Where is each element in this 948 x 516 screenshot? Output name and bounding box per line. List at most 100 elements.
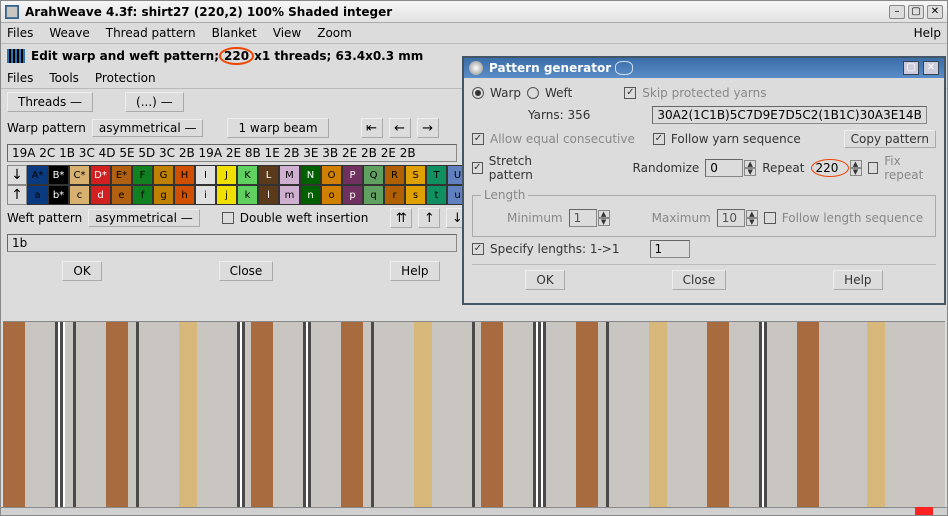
follow-yarn-check[interactable] (653, 133, 665, 145)
up-arrow-icon[interactable]: ↑ (7, 185, 27, 205)
color-cell[interactable]: M (279, 165, 300, 185)
submenu-protection[interactable]: Protection (95, 71, 156, 85)
color-cell[interactable]: d (90, 185, 111, 205)
randomize-up-icon[interactable]: ▲ (744, 160, 756, 168)
weft-input[interactable] (7, 234, 457, 252)
close-button[interactable]: ✕ (927, 5, 943, 19)
sequence-input[interactable] (7, 144, 457, 162)
warp-asym-dropdown[interactable]: asymmetrical — (92, 119, 204, 137)
color-cell[interactable]: c (69, 185, 90, 205)
color-cell[interactable]: t (426, 185, 447, 205)
prev-icon[interactable]: ← (389, 118, 411, 138)
copy-pattern-button[interactable]: Copy pattern (844, 130, 936, 148)
up-double-icon[interactable]: ⇈ (390, 208, 412, 228)
minimize-button[interactable]: – (889, 5, 905, 19)
close-button-inner[interactable]: Close (219, 261, 274, 281)
color-cell[interactable]: A* (27, 165, 48, 185)
maximize-button[interactable]: ▢ (908, 5, 924, 19)
color-cell[interactable]: b* (48, 185, 69, 205)
color-cell[interactable]: r (384, 185, 405, 205)
menu-thread pattern[interactable]: Thread pattern (106, 26, 196, 40)
stretch-check[interactable] (472, 162, 483, 174)
color-cell[interactable]: F (132, 165, 153, 185)
color-cell[interactable]: J (216, 165, 237, 185)
color-cell[interactable]: m (279, 185, 300, 205)
color-cell[interactable]: I (195, 165, 216, 185)
dialog-close-button[interactable]: Close (672, 270, 727, 290)
status-red-indicator (915, 507, 933, 515)
menu-help[interactable]: Help (914, 26, 941, 40)
color-cell[interactable]: f (132, 185, 153, 205)
color-cell[interactable]: j (216, 185, 237, 205)
skip-check[interactable] (624, 87, 636, 99)
randomize-down-icon[interactable]: ▼ (744, 168, 756, 176)
double-weft-check[interactable] (222, 212, 234, 224)
weft-radio[interactable] (527, 87, 539, 99)
color-cell[interactable]: g (153, 185, 174, 205)
allow-equal-check[interactable] (472, 133, 484, 145)
dialog-body: Warp Weft Skip protected yarns Yarns: 35… (464, 78, 944, 303)
first-icon[interactable]: ⇤ (361, 118, 383, 138)
color-cell[interactable]: C* (69, 165, 90, 185)
submenu-tools[interactable]: Tools (49, 71, 79, 85)
randomize-input[interactable] (705, 159, 743, 177)
weft-asym-dropdown[interactable]: asymmetrical — (88, 209, 200, 227)
follow-len-check[interactable] (764, 212, 776, 224)
submenu-files[interactable]: Files (7, 71, 33, 85)
color-cell[interactable]: G (153, 165, 174, 185)
color-cell[interactable]: E* (111, 165, 132, 185)
color-cell[interactable]: R (384, 165, 405, 185)
menu-view[interactable]: View (273, 26, 301, 40)
color-cell[interactable]: q (363, 185, 384, 205)
up-icon[interactable]: ↑ (418, 208, 440, 228)
color-cell[interactable]: T (426, 165, 447, 185)
yarns-input[interactable] (652, 106, 927, 124)
color-cell[interactable]: o (321, 185, 342, 205)
color-cell[interactable]: e (111, 185, 132, 205)
color-cell[interactable]: H (174, 165, 195, 185)
dialog-help-button[interactable]: Help (833, 270, 882, 290)
color-cell[interactable]: S (405, 165, 426, 185)
color-cell[interactable]: k (237, 185, 258, 205)
warp-radio[interactable] (472, 87, 484, 99)
dialog-ok-button[interactable]: OK (525, 270, 564, 290)
specify-check[interactable] (472, 243, 484, 255)
ok-button[interactable]: OK (62, 261, 101, 281)
color-cell[interactable]: Q (363, 165, 384, 185)
specify-input[interactable] (650, 240, 690, 258)
dialog-maximize-icon[interactable]: ▢ (903, 61, 919, 75)
menu-zoom[interactable]: Zoom (317, 26, 352, 40)
stripes-icon (7, 49, 25, 63)
paren-dropdown[interactable]: (...) — (125, 92, 184, 112)
menu-files[interactable]: Files (7, 26, 33, 40)
fix-repeat-check[interactable] (868, 162, 879, 174)
color-cell[interactable]: L (258, 165, 279, 185)
warp-beam-dropdown[interactable]: 1 warp beam (227, 118, 328, 138)
color-cell[interactable]: n (300, 185, 321, 205)
color-cell[interactable]: i (195, 185, 216, 205)
help-button-inner[interactable]: Help (390, 261, 439, 281)
repeat-input[interactable] (811, 159, 849, 177)
down-arrow-icon[interactable]: ↓ (7, 165, 27, 185)
preview-stripe (885, 322, 905, 507)
color-cell[interactable]: O (321, 165, 342, 185)
color-cell[interactable]: D* (90, 165, 111, 185)
repeat-down-icon[interactable]: ▼ (850, 168, 862, 176)
color-cell[interactable]: a (27, 185, 48, 205)
next-icon[interactable]: → (417, 118, 439, 138)
repeat-up-icon[interactable]: ▲ (850, 160, 862, 168)
color-cell[interactable]: p (342, 185, 363, 205)
preview-stripe (76, 322, 106, 507)
color-cell[interactable]: l (258, 185, 279, 205)
color-cell[interactable]: K (237, 165, 258, 185)
color-cell[interactable]: h (174, 185, 195, 205)
color-cell[interactable]: B* (48, 165, 69, 185)
threads-dropdown[interactable]: Threads — (7, 92, 93, 112)
color-cell[interactable]: s (405, 185, 426, 205)
menu-weave[interactable]: Weave (49, 26, 89, 40)
dialog-close-icon[interactable]: ✕ (923, 61, 939, 75)
color-cell[interactable]: P (342, 165, 363, 185)
color-cell[interactable]: N (300, 165, 321, 185)
follow-len-label: Follow length sequence (782, 211, 923, 225)
menu-blanket[interactable]: Blanket (212, 26, 257, 40)
